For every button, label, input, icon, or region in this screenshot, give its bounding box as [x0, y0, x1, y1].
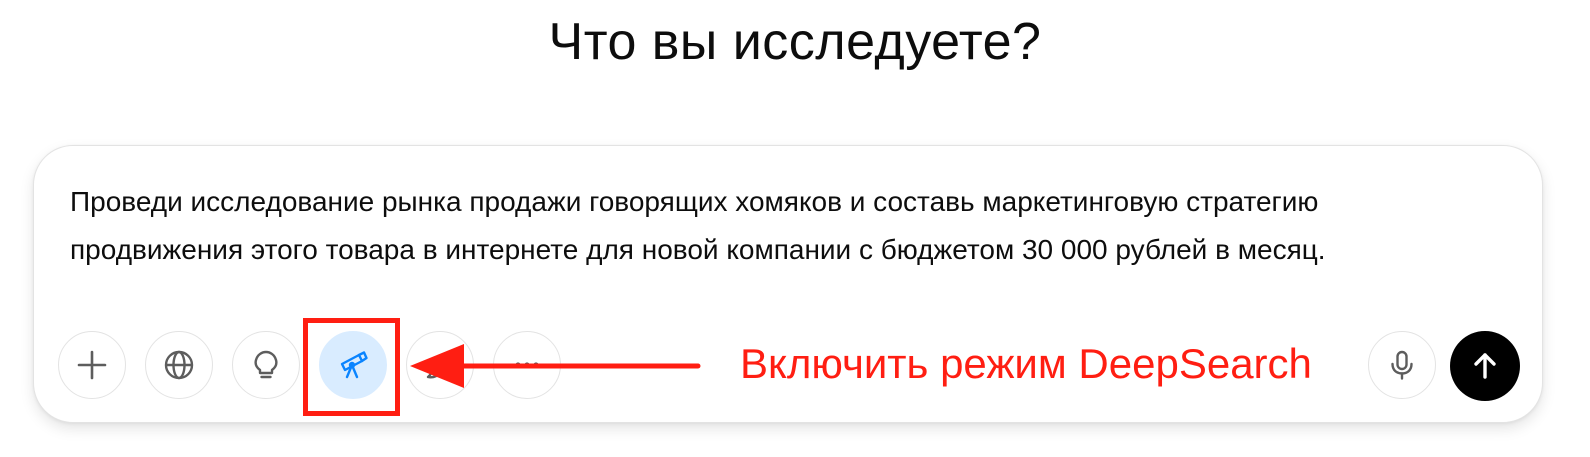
page-title: Что вы исследуете? — [548, 13, 1042, 71]
voice-input-button[interactable] — [1368, 331, 1436, 399]
attach-button[interactable] — [58, 331, 126, 399]
prompt-input[interactable]: Проведи исследование рынка продажи говор… — [70, 178, 1490, 274]
deepsearch-highlight-frame — [303, 318, 400, 416]
arrow-up-icon — [1474, 353, 1496, 379]
page: Что вы исследуете? Проведи исследование … — [0, 0, 1590, 457]
send-button[interactable] — [1450, 331, 1520, 401]
web-search-button[interactable] — [145, 331, 213, 399]
deepsearch-callout: Включить режим DeepSearch — [740, 340, 1312, 387]
annotation-arrow-icon — [410, 344, 701, 388]
globe-icon — [164, 350, 194, 380]
reasoning-button[interactable] — [232, 331, 300, 399]
microphone-icon — [1391, 350, 1413, 380]
lightbulb-icon — [254, 350, 278, 379]
plus-icon — [77, 350, 107, 380]
